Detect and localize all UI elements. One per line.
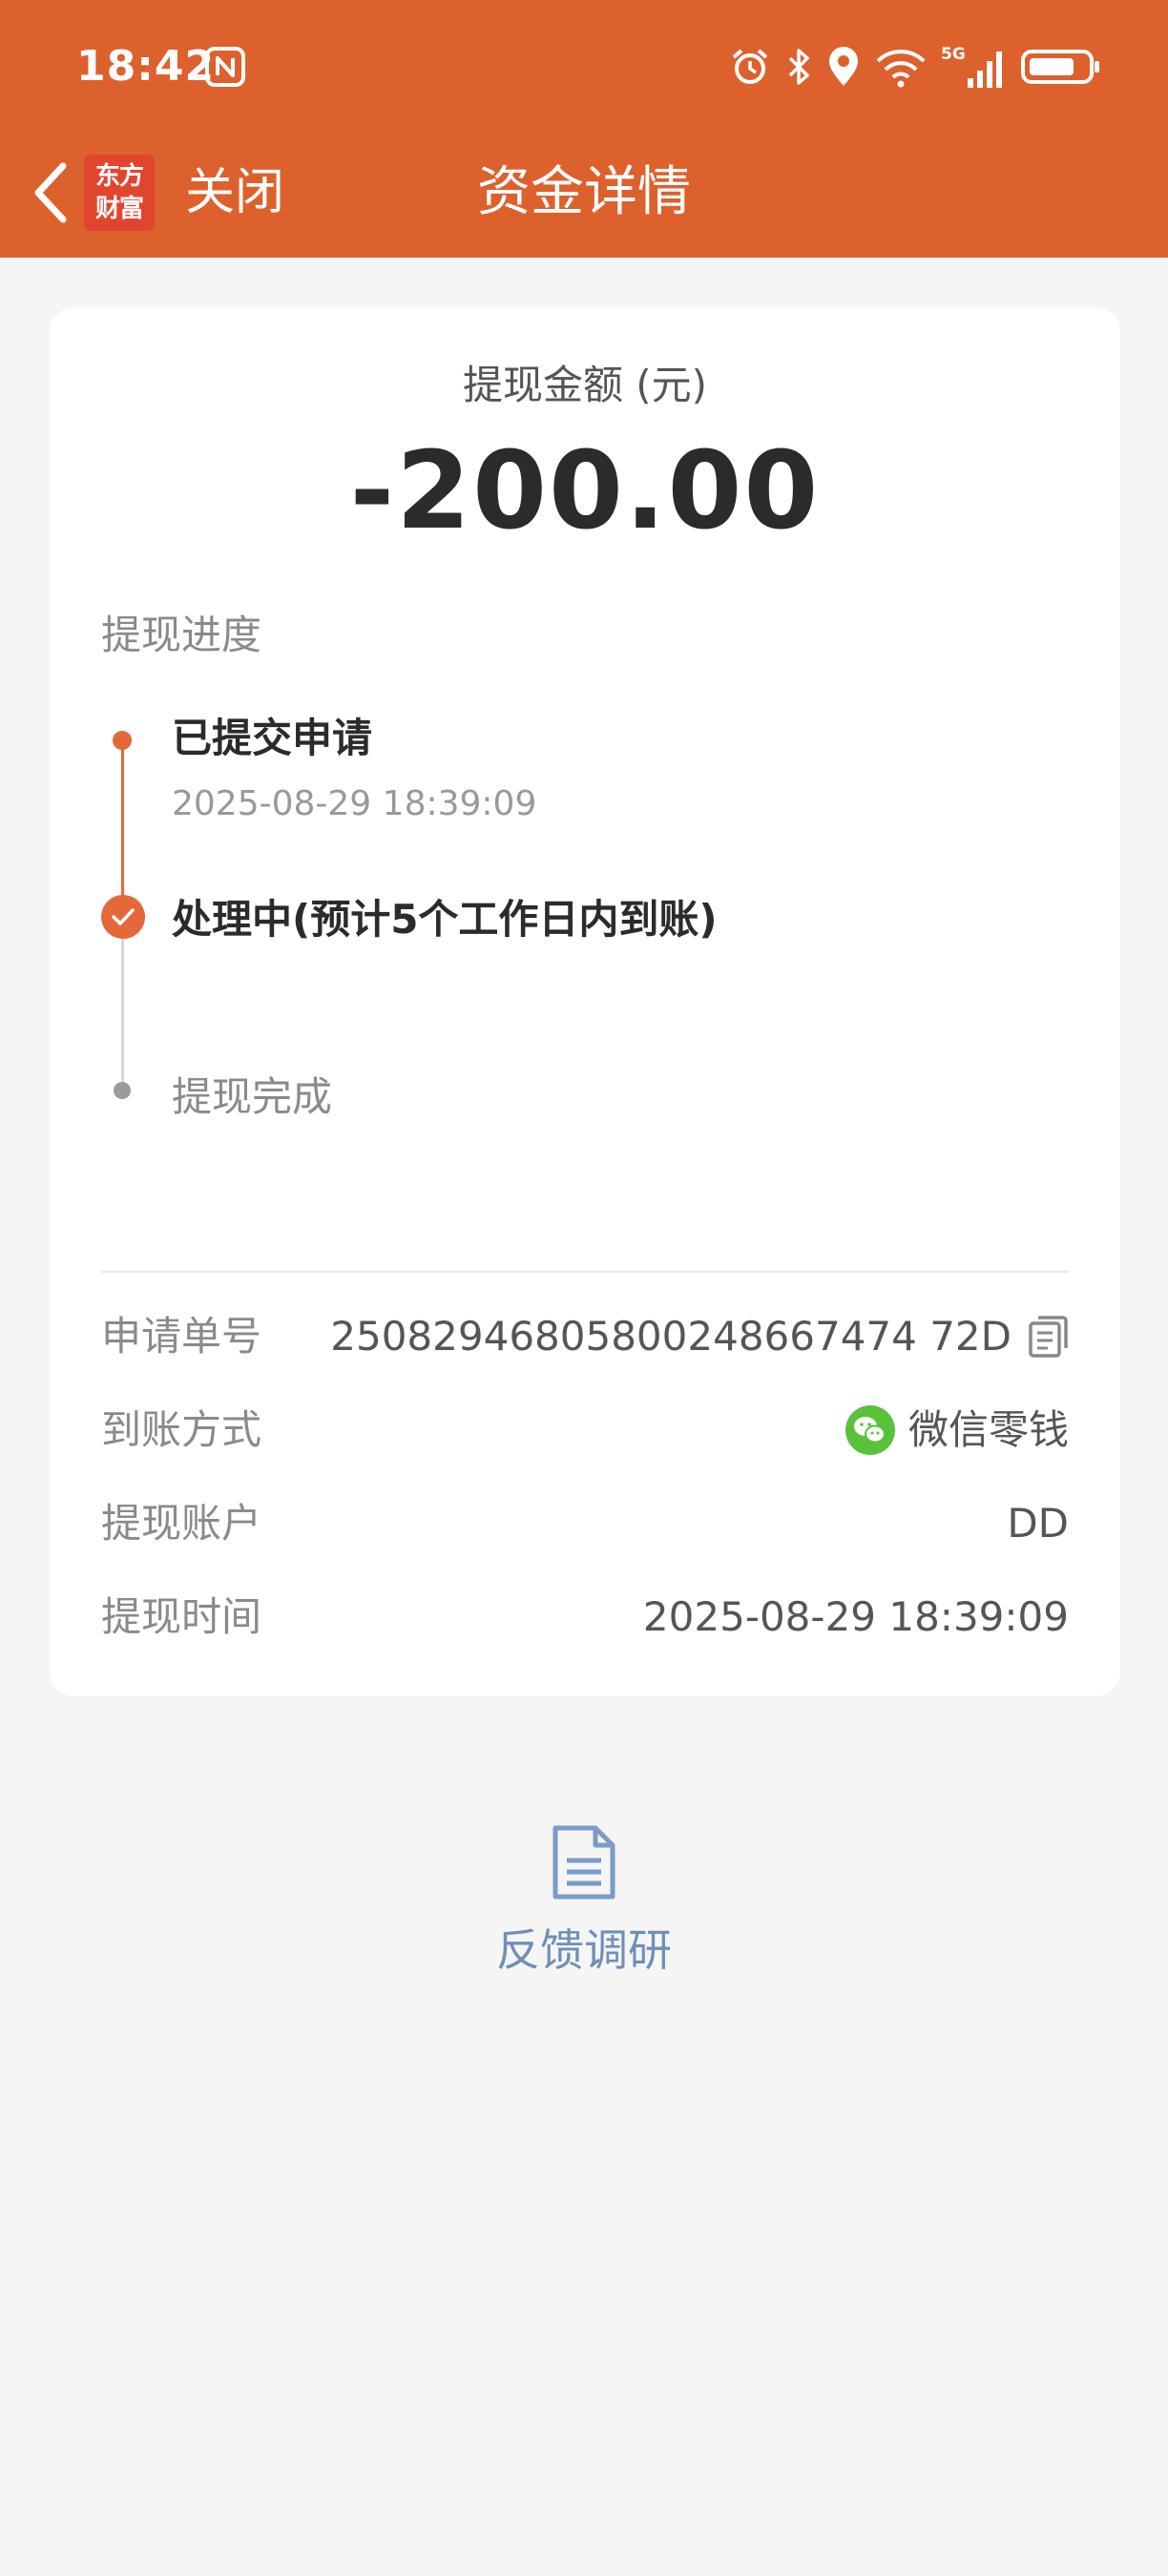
payout-method-value: 微信零钱 xyxy=(907,1406,1069,1453)
signal-5g-icon: 5G xyxy=(941,45,1002,88)
step-processing-title: 处理中(预计5个工作日内到账) xyxy=(172,896,718,943)
divider xyxy=(101,1271,1069,1273)
wechat-icon xyxy=(845,1405,895,1455)
step-current-check-icon xyxy=(101,895,145,939)
account-value: DD xyxy=(1007,1500,1069,1547)
status-icons: 5G xyxy=(729,42,1101,92)
order-number-label: 申请单号 xyxy=(101,1313,262,1360)
nfc-icon xyxy=(205,47,245,87)
progress-label: 提现进度 xyxy=(101,612,262,658)
detail-row-payout-method: 到账方式 微信零钱 xyxy=(101,1397,1069,1464)
detail-row-time: 提现时间 2025-08-29 18:39:09 xyxy=(101,1584,1069,1651)
payout-method-value-wrap: 微信零钱 xyxy=(845,1397,1069,1464)
amount-label: 提现金额 (元) xyxy=(462,362,708,408)
page-title: 资金详情 xyxy=(477,161,691,223)
step-done-dot xyxy=(113,731,132,750)
amount-value: -200.00 xyxy=(349,429,821,553)
feedback-label: 反馈调研 xyxy=(496,1924,672,1976)
detail-row-order-number: 申请单号 25082946805800248667474 72D xyxy=(101,1303,1069,1370)
header: 18:42 5G 东方 财富 关闭 资金详情 xyxy=(0,0,1168,258)
nav-bar: 东方 财富 关闭 资金详情 xyxy=(0,134,1168,258)
order-number-value-wrap: 25082946805800248667474 72D xyxy=(330,1303,1069,1370)
step-pending-dot xyxy=(114,1082,131,1099)
alarm-icon xyxy=(732,49,768,84)
wifi-icon xyxy=(876,50,926,88)
withdraw-time-value: 2025-08-29 18:39:09 xyxy=(642,1593,1069,1640)
account-label: 提现账户 xyxy=(101,1500,262,1547)
step-submitted-time: 2025-08-29 18:39:09 xyxy=(172,784,537,823)
status-time: 18:42 xyxy=(76,42,216,91)
order-number-value: 25082946805800248667474 72D xyxy=(330,1313,1012,1360)
svg-text:5G: 5G xyxy=(941,45,966,64)
detail-row-account: 提现账户 DD xyxy=(101,1490,1069,1557)
feedback-survey-button[interactable]: 反馈调研 xyxy=(441,1813,727,1984)
step-complete-title: 提现完成 xyxy=(172,1073,333,1120)
status-bar: 18:42 5G xyxy=(0,0,1168,134)
timeline-line-pending xyxy=(121,933,124,1086)
document-icon xyxy=(553,1825,615,1900)
timeline-line-done xyxy=(121,744,124,912)
payout-method-label: 到账方式 xyxy=(101,1406,262,1453)
withdrawal-card: 提现金额 (元) -200.00 提现进度 已提交申请 2025-08-29 1… xyxy=(50,307,1120,1696)
fund-detail-page: 18:42 5G 东方 财富 关闭 资金详情 提现金额 (元) -200.00 … xyxy=(0,0,1168,2576)
step-submitted-title: 已提交申请 xyxy=(172,715,373,761)
battery-icon xyxy=(1021,50,1099,84)
withdraw-time-label: 提现时间 xyxy=(101,1593,262,1640)
bluetooth-icon xyxy=(788,49,809,85)
location-icon xyxy=(829,47,858,86)
copy-icon[interactable] xyxy=(1027,1314,1069,1360)
